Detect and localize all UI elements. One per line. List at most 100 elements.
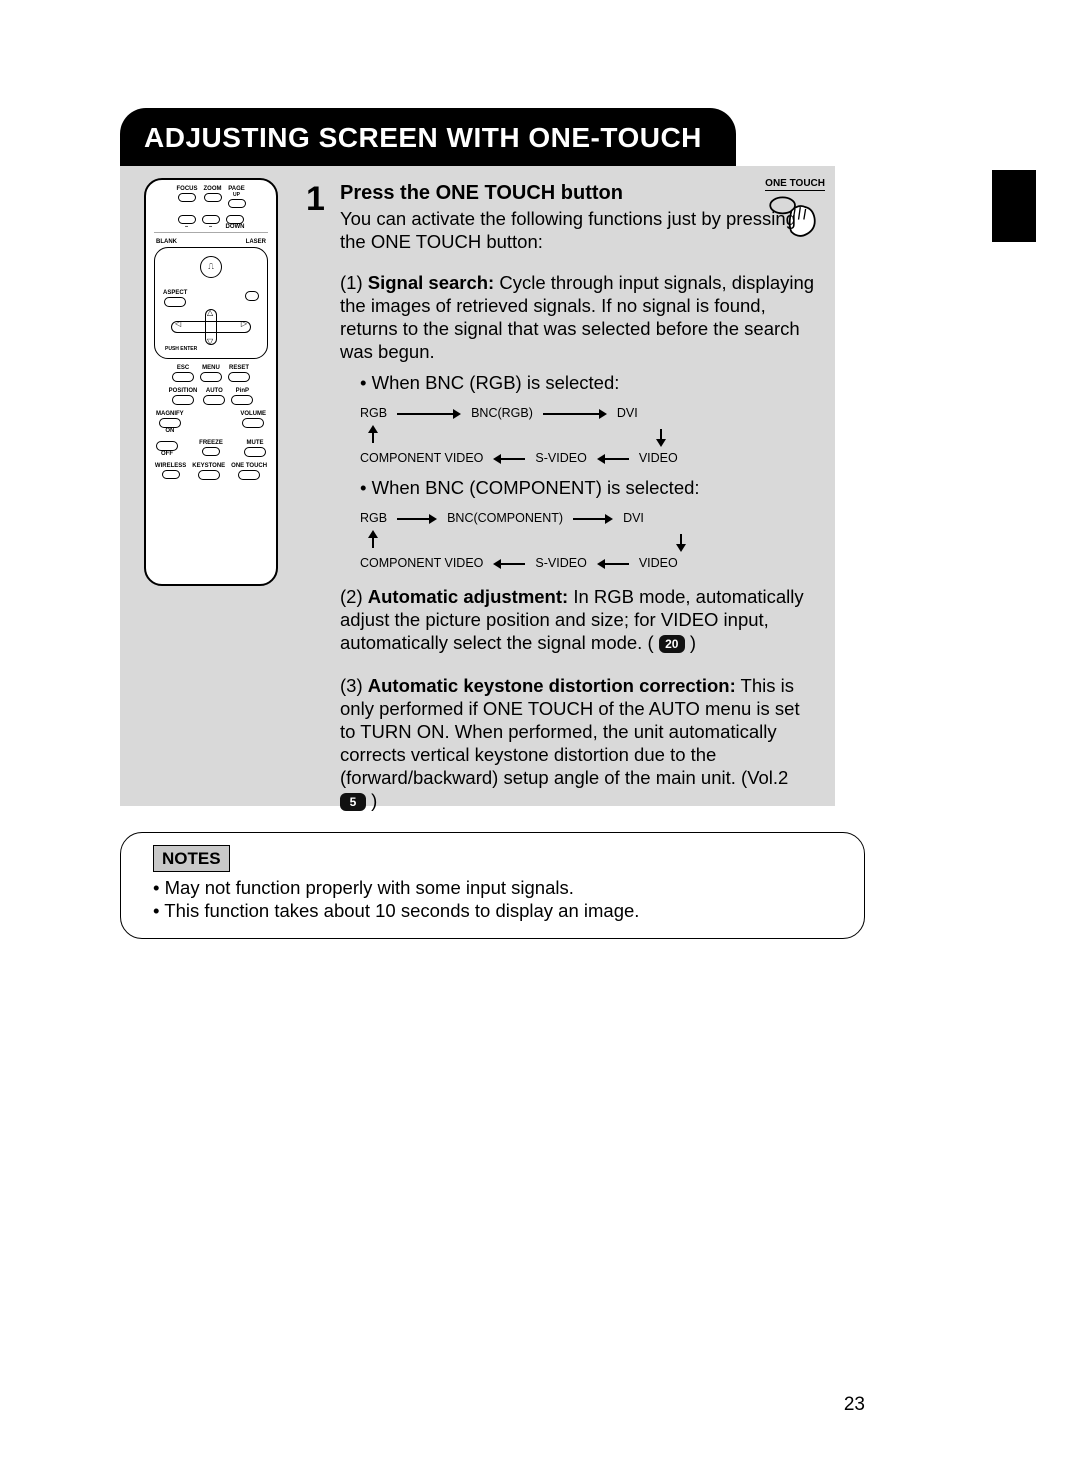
flow-node: VIDEO	[639, 447, 678, 470]
remote-label: PUSH ENTER	[165, 347, 197, 352]
remote-label: ON	[165, 428, 174, 434]
flow-node: DVI	[623, 507, 644, 530]
arrow-right-icon	[397, 512, 437, 526]
arrow-up-icon	[366, 425, 380, 447]
arrow-down-icon	[654, 425, 668, 447]
remote-label: PinP	[236, 388, 249, 394]
remote-button	[238, 470, 260, 480]
page-ref-pill: 20	[659, 635, 685, 653]
arrow-right-icon	[573, 512, 613, 526]
remote-button	[244, 447, 266, 457]
remote-label: DOWN	[226, 224, 245, 230]
page-ref-pill: 5	[340, 793, 366, 811]
arrow-left-icon	[597, 557, 629, 571]
remote-label: OFF	[161, 451, 173, 457]
remote-label: AUTO	[206, 388, 223, 394]
page-number: 23	[844, 1394, 865, 1416]
notes-item: May not function properly with some inpu…	[165, 877, 574, 898]
flow-component: RGB BNC(COMPONENT) DVI COMPONENT VIDEO S…	[360, 507, 818, 575]
item-lead: Automatic adjustment:	[368, 586, 568, 607]
remote-label: ESC	[177, 365, 189, 371]
flow-node: COMPONENT VIDEO	[360, 447, 483, 470]
notes-box: NOTES • May not function properly with s…	[120, 832, 865, 939]
remote-label: FOCUS	[177, 186, 198, 192]
arrow-up-icon	[366, 530, 380, 552]
remote-button	[172, 372, 194, 382]
item-lead: Automatic keystone distortion correction…	[368, 675, 736, 696]
remote-label: FREEZE	[199, 440, 223, 446]
flow-node: COMPONENT VIDEO	[360, 552, 483, 575]
remote-button	[164, 297, 186, 307]
remote-label: RESET	[229, 365, 249, 371]
remote-dpad: ◁ ▷ △ ▽	[171, 309, 251, 345]
manual-page: ADJUSTING SCREEN WITH ONE-TOUCH FOCUS ZO…	[0, 0, 1080, 1484]
case-rgb-label: • When BNC (RGB) is selected:	[340, 371, 818, 394]
remote-button	[202, 447, 220, 456]
remote-button	[159, 418, 181, 428]
flow-node: RGB	[360, 507, 387, 530]
item-body: )	[685, 632, 696, 653]
signal-search-paragraph: (1) Signal search: Cycle through input s…	[340, 271, 818, 363]
remote-label: MUTE	[246, 440, 263, 446]
keystone-paragraph: (3) Automatic keystone distortion correc…	[340, 674, 818, 812]
remote-label: –	[209, 224, 212, 230]
remote-label: POSITION	[169, 388, 198, 394]
remote-label: ONE TOUCH	[231, 463, 267, 469]
remote-button	[245, 291, 259, 301]
remote-illustration: FOCUS ZOOM PAGE UP – – DOWN BLANK LASER …	[144, 178, 278, 586]
remote-label: WIRELESS	[155, 463, 186, 469]
flow-node: S-VIDEO	[535, 552, 586, 575]
step-number: 1	[306, 180, 325, 219]
remote-button	[228, 372, 250, 382]
arrow-left-icon	[493, 452, 525, 466]
auto-adjust-paragraph: (2) Automatic adjustment: In RGB mode, a…	[340, 585, 818, 654]
remote-button	[228, 199, 246, 208]
flow-rgb: RGB BNC(RGB) DVI COMPONENT VIDEO S-VIDEO…	[360, 402, 818, 470]
remote-button	[178, 193, 196, 202]
remote-label: KEYSTONE	[192, 463, 225, 469]
arrow-left-icon	[493, 557, 525, 571]
flow-node: RGB	[360, 402, 387, 425]
item-lead: Signal search:	[368, 272, 494, 293]
remote-button	[226, 215, 244, 224]
remote-button	[198, 470, 220, 480]
arrow-right-icon	[397, 407, 461, 421]
remote-label: MENU	[202, 365, 220, 371]
step-title: Press the ONE TOUCH button	[340, 182, 818, 205]
content-text: Press the ONE TOUCH button You can activ…	[340, 182, 818, 820]
flow-node: BNC(RGB)	[471, 402, 533, 425]
remote-button	[162, 470, 180, 479]
item-prefix: (2)	[340, 586, 368, 607]
remote-button	[242, 418, 264, 428]
remote-button	[178, 215, 196, 224]
remote-label: MAGNIFY	[156, 411, 184, 417]
arrow-right-icon	[543, 407, 607, 421]
arrow-left-icon	[597, 452, 629, 466]
remote-label: ASPECT	[163, 290, 187, 296]
notes-header: NOTES	[153, 845, 230, 872]
remote-label: VOLUME	[240, 411, 266, 417]
arrow-down-icon	[674, 530, 688, 552]
remote-button	[231, 395, 253, 405]
remote-button	[200, 372, 222, 382]
case-comp-label: • When BNC (COMPONENT) is selected:	[340, 476, 818, 499]
remote-button	[203, 395, 225, 405]
remote-button	[172, 395, 194, 405]
side-tab	[992, 170, 1036, 242]
flow-node: DVI	[617, 402, 638, 425]
item-prefix: (3)	[340, 675, 368, 696]
notes-item: This function takes about 10 seconds to …	[164, 900, 639, 921]
flow-node: VIDEO	[639, 552, 678, 575]
remote-label: ZOOM	[204, 186, 222, 192]
step-intro: You can activate the following functions…	[340, 207, 818, 253]
remote-button	[156, 441, 178, 451]
flow-node: S-VIDEO	[535, 447, 586, 470]
remote-button	[204, 193, 222, 202]
remote-button	[202, 215, 220, 224]
flow-node: BNC(COMPONENT)	[447, 507, 563, 530]
remote-label: LASER	[246, 239, 266, 245]
section-title: ADJUSTING SCREEN WITH ONE-TOUCH	[120, 108, 736, 168]
remote-sublabel: UP	[233, 192, 240, 198]
remote-center-button: ⎍	[200, 256, 222, 278]
remote-label: BLANK	[156, 239, 177, 245]
